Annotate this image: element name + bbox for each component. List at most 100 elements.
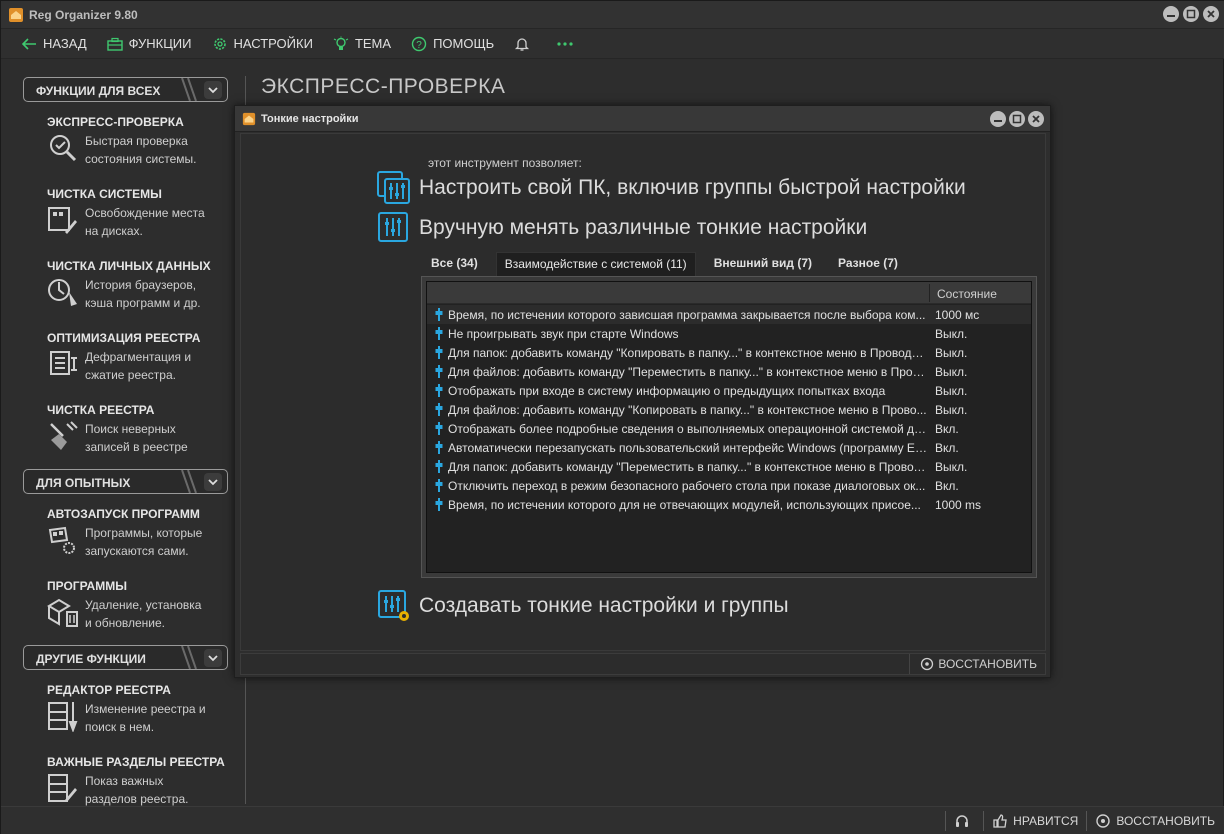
dialog-footer: ВОССТАНОВИТЬ bbox=[240, 653, 1046, 675]
column-separator[interactable] bbox=[929, 284, 930, 302]
sidebar-item-desc: Программы, которые bbox=[85, 526, 203, 540]
help-button[interactable]: ? ПОМОЩЬ bbox=[411, 36, 494, 52]
tweak-pin-icon bbox=[435, 365, 443, 378]
tweak-pin-icon bbox=[435, 422, 443, 435]
sidebar-item-title: ЧИСТКА РЕЕСТРА bbox=[47, 403, 155, 417]
functions-button[interactable]: ФУНКЦИИ bbox=[106, 36, 192, 51]
close-button[interactable] bbox=[1203, 6, 1219, 22]
table-row[interactable]: Для файлов: добавить команду "Копировать… bbox=[427, 400, 1031, 419]
minimize-button[interactable] bbox=[1163, 6, 1179, 22]
tab-appearance[interactable]: Внешний вид (7) bbox=[706, 252, 820, 276]
theme-button[interactable]: ТЕМА bbox=[333, 36, 391, 52]
intro-text: этот инструмент позволяет: bbox=[428, 156, 582, 170]
group-label: ДЛЯ ОПЫТНЫХ bbox=[36, 476, 131, 490]
sidebar-item-title: ВАЖНЫЕ РАЗДЕЛЫ РЕЕСТРА bbox=[47, 755, 225, 769]
feature-manual-tweaks[interactable]: Вручную менять различные тонкие настройк… bbox=[377, 211, 867, 245]
restore-label: ВОССТАНОВИТЬ bbox=[1116, 813, 1215, 828]
gear-icon bbox=[213, 37, 226, 50]
sidebar-item-desc: Удаление, установка bbox=[85, 598, 202, 612]
maximize-icon bbox=[1012, 114, 1022, 124]
table-row[interactable]: Для файлов: добавить команду "Переместит… bbox=[427, 362, 1031, 381]
table-row[interactable]: Для папок: добавить команду "Переместить… bbox=[427, 457, 1031, 476]
like-button[interactable]: НРАВИТСЯ bbox=[992, 813, 1078, 829]
dialog-minimize-button[interactable] bbox=[990, 111, 1006, 127]
group-header-advanced[interactable]: ДЛЯ ОПЫТНЫХ bbox=[23, 469, 228, 494]
group-header-other[interactable]: ДРУГИЕ ФУНКЦИИ bbox=[23, 645, 228, 670]
sidebar-item-title: ЭКСПРЕСС-ПРОВЕРКА bbox=[47, 115, 184, 129]
sidebar-item-title: ЧИСТКА СИСТЕМЫ bbox=[47, 187, 162, 201]
arrow-left-icon bbox=[21, 37, 36, 50]
help-label: ПОМОЩЬ bbox=[433, 36, 495, 51]
table-row[interactable]: Отключить переход в режим безопасного ра… bbox=[427, 476, 1031, 495]
tab-all[interactable]: Все (34) bbox=[423, 252, 486, 276]
tweak-state: Выкл. bbox=[935, 327, 968, 341]
chevron-down-icon bbox=[204, 649, 222, 667]
minimize-icon bbox=[994, 120, 1002, 122]
close-icon bbox=[1032, 115, 1040, 123]
group-header-for-all[interactable]: ФУНКЦИИ ДЛЯ ВСЕХ bbox=[23, 77, 228, 102]
functions-label: ФУНКЦИИ bbox=[128, 36, 192, 51]
dialog-content: этот инструмент позволяет: Настроить сво… bbox=[240, 133, 1046, 651]
restore-button[interactable]: ВОССТАНОВИТЬ bbox=[1095, 813, 1215, 829]
sidebar-item-programs[interactable]: ПРОГРАММЫ Удаление, установка и обновлени… bbox=[47, 579, 237, 639]
dialog-maximize-button[interactable] bbox=[1009, 111, 1025, 127]
feature-quick-groups[interactable]: Настроить свой ПК, включив группы быстро… bbox=[377, 171, 966, 205]
tweak-state: Вкл. bbox=[935, 441, 959, 455]
tweak-name: Отключить переход в режим безопасного ра… bbox=[448, 479, 926, 493]
sidebar-item-desc: на дисках. bbox=[85, 224, 143, 238]
more-dots-icon bbox=[557, 41, 573, 46]
table-row[interactable]: Время, по истечении которого зависшая пр… bbox=[427, 305, 1031, 324]
more-button[interactable] bbox=[556, 41, 580, 47]
tweak-pin-icon bbox=[435, 308, 443, 321]
maximize-button[interactable] bbox=[1183, 6, 1199, 22]
sidebar-item-private-data[interactable]: ЧИСТКА ЛИЧНЫХ ДАННЫХ История браузеров, к… bbox=[47, 259, 237, 319]
table-row[interactable]: Автоматически перезапускать пользователь… bbox=[427, 438, 1031, 457]
sidebar-item-autorun[interactable]: АВТОЗАПУСК ПРОГРАММ Программы, которые за… bbox=[47, 507, 237, 567]
back-button[interactable]: НАЗАД bbox=[21, 36, 87, 51]
sidebar-item-desc: Быстрая проверка bbox=[85, 134, 188, 148]
sidebar-item-express-check[interactable]: ЭКСПРЕСС-ПРОВЕРКА Быстрая проверка состоя… bbox=[47, 115, 237, 175]
table-row[interactable]: Время, по истечении которого для не отве… bbox=[427, 495, 1031, 514]
sidebar-item-title: ЧИСТКА ЛИЧНЫХ ДАННЫХ bbox=[47, 259, 211, 273]
tweak-name: Время, по истечении которого зависшая пр… bbox=[448, 308, 926, 322]
group-label: ФУНКЦИИ ДЛЯ ВСЕХ bbox=[36, 84, 161, 98]
tweaks-table[interactable]: Состояние Время, по истечении которого з… bbox=[426, 281, 1032, 573]
question-icon: ? bbox=[411, 36, 427, 51]
disk-cleanup-icon bbox=[48, 207, 77, 234]
column-header-state[interactable]: Состояние bbox=[937, 287, 997, 301]
tweak-state: 1000 ms bbox=[935, 498, 982, 512]
table-row[interactable]: Не проигрывать звук при старте Windows Вы… bbox=[427, 324, 1031, 343]
table-row[interactable]: Для папок: добавить команду "Копировать … bbox=[427, 343, 1031, 362]
dialog-restore-button[interactable]: ВОССТАНОВИТЬ bbox=[909, 654, 1037, 674]
headset-icon bbox=[956, 814, 969, 827]
notifications-button[interactable] bbox=[514, 36, 536, 52]
maximize-icon bbox=[1186, 9, 1196, 19]
group-label: ДРУГИЕ ФУНКЦИИ bbox=[36, 652, 146, 666]
settings-button[interactable]: НАСТРОЙКИ bbox=[212, 36, 313, 52]
registry-keys-icon bbox=[48, 774, 77, 802]
stripes-decoration bbox=[181, 78, 197, 101]
tweak-state: Вкл. bbox=[935, 479, 959, 493]
sidebar-item-registry-editor[interactable]: РЕДАКТОР РЕЕСТРА Изменение реестра и поис… bbox=[47, 683, 237, 743]
dialog-title: Тонкие настройки bbox=[261, 113, 359, 125]
sidebar-item-registry-optimization[interactable]: ОПТИМИЗАЦИЯ РЕЕСТРА Дефрагментация и сжат… bbox=[47, 331, 237, 391]
feature-create-tweaks[interactable]: Создавать тонкие настройки и группы bbox=[377, 589, 789, 623]
status-bar: НРАВИТСЯ ВОССТАНОВИТЬ bbox=[1, 806, 1224, 834]
feature-text: Настроить свой ПК, включив группы быстро… bbox=[419, 176, 966, 199]
sidebar-item-system-cleanup[interactable]: ЧИСТКА СИСТЕМЫ Освобождение места на диск… bbox=[47, 187, 237, 247]
restore-icon bbox=[1096, 813, 1111, 828]
tweak-name: Отображать при входе в систему информаци… bbox=[448, 384, 886, 398]
dialog-close-button[interactable] bbox=[1028, 111, 1044, 127]
support-button[interactable] bbox=[954, 813, 975, 829]
dialog-title-bar: Тонкие настройки bbox=[235, 106, 1050, 132]
tweak-state: Выкл. bbox=[935, 384, 968, 398]
sidebar-item-title: АВТОЗАПУСК ПРОГРАММ bbox=[47, 507, 200, 521]
tab-misc[interactable]: Разное (7) bbox=[830, 252, 906, 276]
broom-icon bbox=[50, 421, 78, 450]
tab-system-interaction[interactable]: Взаимодействие с системой (11) bbox=[495, 252, 696, 276]
sidebar-item-registry-cleanup[interactable]: ЧИСТКА РЕЕСТРА Поиск неверных записей в р… bbox=[47, 403, 237, 463]
table-row[interactable]: Отображать более подробные сведения о вы… bbox=[427, 419, 1031, 438]
tweak-state: Вкл. bbox=[935, 422, 959, 436]
table-row[interactable]: Отображать при входе в систему информаци… bbox=[427, 381, 1031, 400]
registry-compress-icon bbox=[50, 351, 77, 375]
